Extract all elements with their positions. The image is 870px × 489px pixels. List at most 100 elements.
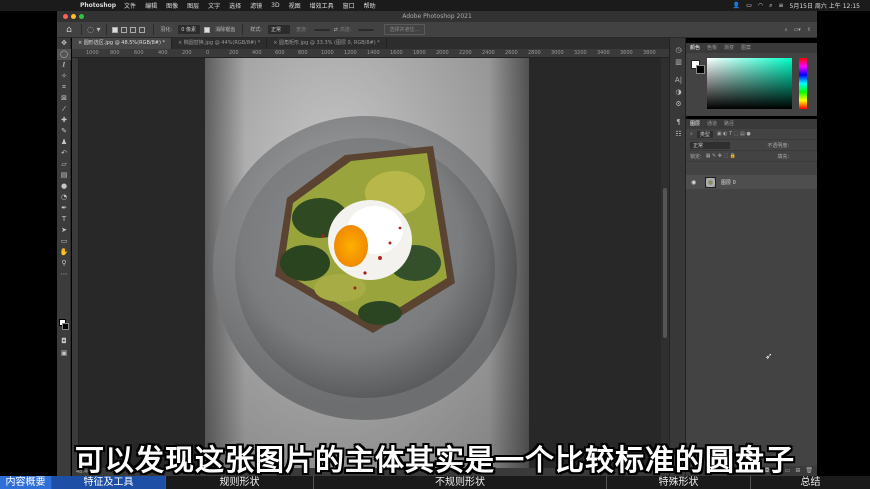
rectangle-tool-icon[interactable]: ▭ [57,236,71,247]
subtract-selection-icon[interactable] [129,26,136,33]
layer-kind-filter[interactable]: 类型 [696,130,713,138]
add-selection-icon[interactable] [120,26,127,33]
menu-edit[interactable]: 编辑 [145,1,157,10]
move-tool-icon[interactable]: ✥ [57,38,71,49]
chapter-5[interactable]: 特殊形状 [607,476,751,489]
magic-wand-tool-icon[interactable]: ✧ [57,71,71,82]
chapter-2[interactable]: 特征及工具 [52,476,166,489]
stamp-tool-icon[interactable]: ♟ [57,137,71,148]
blur-tool-icon[interactable]: ● [57,181,71,192]
history-panel-icon[interactable]: ◷ [670,44,687,56]
chapter-4[interactable]: 不规则形状 [314,476,607,489]
hue-slider[interactable] [799,58,807,109]
background-color-swatch[interactable] [62,323,69,330]
eye-icon[interactable]: ◉ [691,179,701,186]
color-picker-field[interactable] [707,58,792,109]
screen-mode-icon[interactable]: ▣ [57,348,71,359]
quick-mask-icon[interactable]: ◘ [57,336,71,347]
width-input[interactable] [313,28,330,31]
document-canvas[interactable] [79,58,661,468]
display-icon[interactable]: ▭ [746,2,752,9]
eyedropper-tool-icon[interactable]: ⁄ [57,104,71,115]
type-tool-icon[interactable]: T [57,214,71,225]
lasso-tool-icon[interactable]: ℓ [57,60,71,71]
filter-icons[interactable]: ▣ ◐ T ⬚ ▤ ● [717,131,751,137]
tab-document-3[interactable]: × 圆角矩形.jpg @ 33.3% (图层 0, RGB/8#) * [267,38,387,49]
new-selection-icon[interactable] [111,26,118,33]
tab-color[interactable]: 颜色 [690,43,700,53]
zoom-window-button[interactable] [79,14,84,19]
libraries-panel-icon[interactable]: ▥ [670,56,687,68]
minimize-window-button[interactable] [71,14,76,19]
menu-layer[interactable]: 图层 [187,1,199,10]
healing-tool-icon[interactable]: ✚ [57,115,71,126]
menu-file[interactable]: 文件 [124,1,136,10]
home-icon[interactable]: ⌂ [62,23,76,37]
glyphs-panel-icon[interactable]: ☷ [670,128,687,140]
tab-patterns[interactable]: 图案 [741,43,751,53]
layer-row[interactable]: ◉ 图层 0 [686,175,817,189]
menu-select[interactable]: 选择 [229,1,241,10]
workspace-icon[interactable]: ▭▾ [794,27,801,33]
clock[interactable]: 5月15日 周六 上午 12:15 [790,1,860,10]
antialias-checkbox[interactable] [204,26,211,33]
wifi-icon[interactable]: ◠ [758,2,763,9]
tab-gradients[interactable]: 渐变 [724,43,734,53]
tab-swatches[interactable]: 色板 [707,43,717,53]
ellipse-marquee-tool-icon[interactable]: ◯ [57,49,71,60]
vertical-ruler[interactable] [72,58,79,468]
select-and-mask-button[interactable]: 选择并遮住... [383,24,426,35]
marquee-preset-icon[interactable]: ◌ ▾ [87,25,101,34]
share-icon[interactable]: ⇪ [807,27,811,33]
feather-input[interactable]: 0 像素 [178,25,201,34]
close-window-button[interactable] [63,14,68,19]
pen-tool-icon[interactable]: ✒ [57,203,71,214]
tab-paths[interactable]: 路径 [724,119,734,129]
lock-icons[interactable]: ▦ ✎ ✥ ⬚ 🔒 [706,153,736,159]
panel-background-swatch[interactable] [696,65,705,74]
menu-plugins[interactable]: 增效工具 [310,1,334,10]
paragraph-panel-icon[interactable]: ¶ [670,116,687,128]
user-icon[interactable]: 👤 [733,2,740,9]
history-brush-tool-icon[interactable]: ↶ [57,148,71,159]
menu-help[interactable]: 帮助 [364,1,376,10]
app-menu[interactable]: Photoshop [80,2,116,9]
more-tools-icon[interactable]: ⋯ [57,269,71,280]
crop-tool-icon[interactable]: ⌗ [57,82,71,93]
frame-tool-icon[interactable]: ⊠ [57,93,71,104]
tab-layers[interactable]: 图层 [690,119,700,129]
horizontal-ruler[interactable]: 1000 800 600 400 200 0 200 400 600 800 1… [72,49,669,58]
menu-type[interactable]: 文字 [208,1,220,10]
intersect-selection-icon[interactable] [138,26,145,33]
tab-document-1[interactable]: × 圆形选区.jpg @ 48.5%(RGB/8#) * [72,38,172,49]
menu-view[interactable]: 视图 [289,1,301,10]
tab-channels[interactable]: 通道 [707,119,717,129]
height-input[interactable] [357,28,374,31]
gradient-tool-icon[interactable]: ▤ [57,170,71,181]
search-panel-icon[interactable]: ⌕ [785,27,788,33]
chapter-3[interactable]: 规则形状 [166,476,314,489]
blend-mode-select[interactable]: 正常 [690,141,730,149]
brush-tool-icon[interactable]: ✎ [57,126,71,137]
properties-panel-icon[interactable]: ⚙ [670,98,687,110]
swap-icon[interactable]: ⇄ [334,27,338,33]
dodge-tool-icon[interactable]: ◔ [57,192,71,203]
eraser-tool-icon[interactable]: ▱ [57,159,71,170]
layer-name[interactable]: 图层 0 [721,179,736,186]
scrollbar-thumb[interactable] [663,188,667,338]
menu-filter[interactable]: 滤镜 [250,1,262,10]
zoom-tool-icon[interactable]: ⚲ [57,258,71,269]
menu-window[interactable]: 窗口 [343,1,355,10]
menu-image[interactable]: 图像 [166,1,178,10]
chapter-1[interactable]: 内容概要 [0,476,52,489]
menu-3d[interactable]: 3D [271,2,279,9]
tab-document-2[interactable]: × 椭圆替换.jpg @ 44%(RGB/8#) * [172,38,268,49]
hand-tool-icon[interactable]: ✋ [57,247,71,258]
style-select[interactable]: 正常 [267,25,290,34]
vertical-scrollbar[interactable] [661,58,669,468]
control-center-icon[interactable]: ≡ [779,2,784,9]
search-icon[interactable]: ⌕ [769,2,772,10]
adjustments-panel-icon[interactable]: ◑ [670,86,687,98]
path-select-tool-icon[interactable]: ➤ [57,225,71,236]
character-panel-icon[interactable]: A| [670,74,687,86]
